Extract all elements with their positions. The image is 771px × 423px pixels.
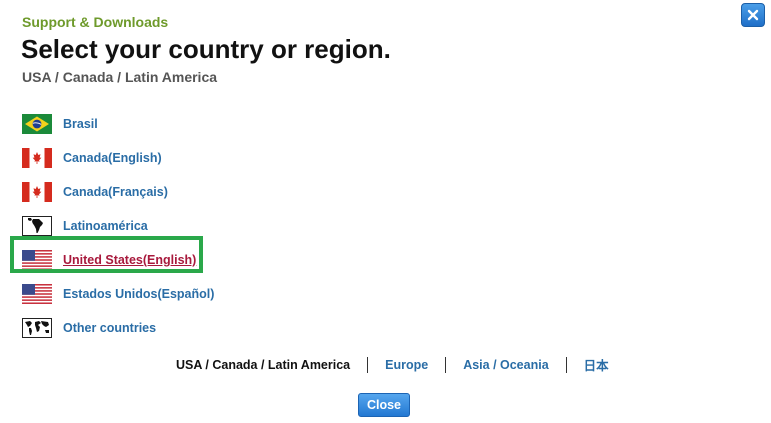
country-label: Estados Unidos(Español) (63, 287, 215, 301)
region-nav: USA / Canada / Latin America Europe Asia… (168, 355, 617, 374)
usa-flag-icon (22, 250, 52, 270)
country-item-canada-french[interactable]: Canada(Français) (22, 175, 214, 209)
current-region-subtitle: USA / Canada / Latin America (22, 69, 218, 85)
usa-flag-icon (22, 284, 52, 304)
country-item-canada-english[interactable]: Canada(English) (22, 141, 214, 175)
country-item-brasil[interactable]: Brasil (22, 107, 214, 141)
region-separator (445, 356, 447, 373)
region-link-japan[interactable]: 日本 (576, 355, 617, 374)
region-separator (367, 356, 369, 373)
country-label: Canada(Français) (63, 185, 168, 199)
latin-america-map-icon (22, 216, 52, 236)
world-map-icon (22, 318, 52, 338)
country-label: Canada(English) (63, 151, 162, 165)
region-link-asia-oceania[interactable]: Asia / Oceania (455, 358, 556, 372)
country-label: Other countries (63, 321, 157, 335)
brazil-flag-icon (22, 114, 52, 134)
close-icon-button[interactable] (741, 3, 765, 27)
country-item-estados-unidos-espanol[interactable]: Estados Unidos(Español) (22, 277, 214, 311)
country-item-latinoamerica[interactable]: Latinoamérica (22, 209, 214, 243)
country-label: Latinoamérica (63, 219, 148, 233)
country-select-dialog: Support & Downloads Select your country … (0, 0, 771, 423)
close-icon (747, 9, 759, 21)
country-item-other-countries[interactable]: Other countries (22, 311, 214, 345)
canada-flag-icon (22, 148, 52, 168)
region-link-americas: USA / Canada / Latin America (176, 357, 351, 372)
country-label: Brasil (63, 117, 98, 131)
section-eyebrow: Support & Downloads (22, 14, 169, 30)
page-title: Select your country or region. (21, 34, 391, 64)
country-label: United States(English) (63, 253, 197, 267)
region-separator (565, 356, 567, 373)
close-button[interactable]: Close (358, 393, 410, 417)
country-list: Brasil Canada(English) Canada(Français) (22, 107, 214, 345)
region-link-europe[interactable]: Europe (377, 358, 436, 372)
canada-flag-icon (22, 182, 52, 202)
country-item-united-states-english[interactable]: United States(English) (22, 243, 214, 277)
